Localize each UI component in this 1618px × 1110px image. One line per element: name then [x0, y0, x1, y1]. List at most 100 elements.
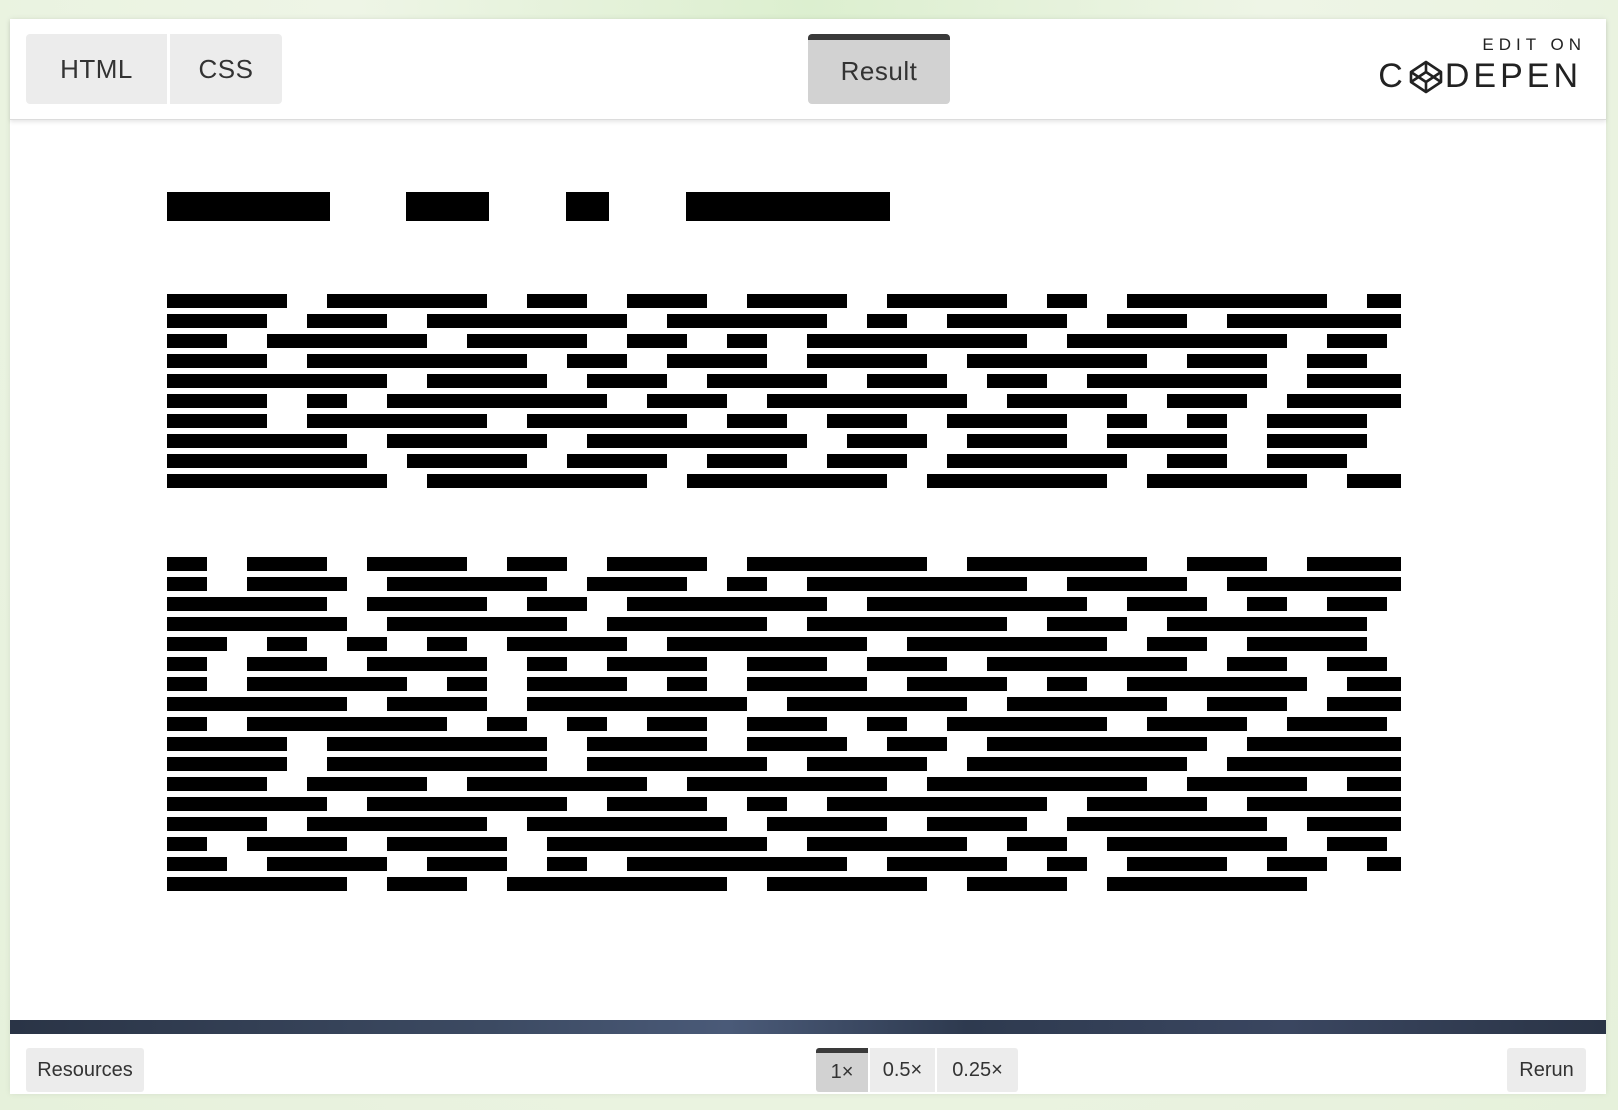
embed-footer: Resources 1× 0.5× 0.25× Rerun — [10, 1034, 1606, 1094]
redacted-word — [567, 717, 607, 731]
redacted-word — [807, 837, 967, 851]
redacted-word — [427, 314, 627, 328]
redacted-word — [167, 334, 227, 348]
redacted-word — [867, 314, 907, 328]
redacted-word — [1127, 677, 1307, 691]
redacted-word — [1087, 797, 1207, 811]
redacted-word — [307, 817, 487, 831]
redacted-word — [527, 597, 587, 611]
redacted-word — [867, 374, 947, 388]
redacted-word — [167, 617, 347, 631]
redacted-word — [947, 414, 1067, 428]
redacted-word — [487, 717, 527, 731]
codepen-wordmark: C DEPEN — [1378, 57, 1582, 96]
zoom-1x-button[interactable]: 1× — [816, 1048, 868, 1092]
tab-result[interactable]: Result — [808, 34, 950, 104]
zoom-05x-button[interactable]: 0.5× — [870, 1048, 935, 1092]
redacted-word — [1127, 597, 1207, 611]
redacted-word — [967, 354, 1147, 368]
redacted-word — [1167, 454, 1227, 468]
redacted-word — [827, 414, 907, 428]
redacted-word — [1267, 434, 1367, 448]
redacted-word — [667, 637, 867, 651]
redacted-word — [1047, 677, 1087, 691]
redacted-word — [167, 314, 267, 328]
redacted-word — [1287, 394, 1401, 408]
redacted-word — [167, 294, 287, 308]
redacted-word — [467, 334, 587, 348]
tab-html[interactable]: HTML — [26, 34, 167, 104]
redacted-word — [327, 737, 547, 751]
redacted-word — [1307, 374, 1401, 388]
redacted-word — [767, 817, 887, 831]
redacted-word — [867, 597, 1087, 611]
resize-bar — [10, 1020, 1606, 1034]
redacted-word — [167, 857, 227, 871]
redacted-word — [267, 637, 307, 651]
edit-on-label: EDIT ON — [1482, 35, 1586, 54]
redacted-word — [247, 677, 407, 691]
redacted-word — [327, 294, 487, 308]
redacted-word — [747, 657, 827, 671]
redacted-word — [527, 817, 727, 831]
redacted-word — [727, 414, 787, 428]
redacted-word — [387, 877, 467, 891]
redacted-word — [587, 374, 667, 388]
redacted-word — [247, 837, 347, 851]
redacted-word — [1147, 474, 1307, 488]
redacted-word — [1187, 354, 1267, 368]
rerun-button[interactable]: Rerun — [1507, 1048, 1586, 1092]
redacted-word — [467, 777, 647, 791]
redacted-word — [367, 657, 487, 671]
redacted-word — [527, 697, 747, 711]
redacted-word — [167, 434, 347, 448]
redacted-word — [947, 454, 1127, 468]
redacted-word — [1267, 454, 1347, 468]
redacted-word — [307, 314, 387, 328]
redacted-word — [947, 717, 1107, 731]
redacted-word — [387, 577, 547, 591]
redacted-word — [1327, 334, 1387, 348]
redacted-word — [667, 677, 707, 691]
redacted-word — [867, 657, 947, 671]
redacted-word — [887, 857, 1007, 871]
redacted-word — [627, 334, 687, 348]
resources-button[interactable]: Resources — [26, 1048, 144, 1092]
redacted-word — [527, 294, 587, 308]
redacted-word — [247, 717, 447, 731]
zoom-025x-button[interactable]: 0.25× — [937, 1048, 1018, 1092]
redacted-word — [367, 797, 567, 811]
redacted-word — [1067, 334, 1287, 348]
redacted-word — [647, 394, 727, 408]
redacted-word — [607, 557, 707, 571]
redacted-word — [547, 857, 587, 871]
redacted-content — [167, 192, 1401, 891]
redacted-word — [247, 577, 347, 591]
redacted-word — [1227, 577, 1401, 591]
redacted-word — [1247, 737, 1401, 751]
redacted-word — [987, 737, 1207, 751]
redacted-word — [1127, 857, 1227, 871]
redacted-word — [327, 757, 547, 771]
redacted-word — [1047, 294, 1087, 308]
redacted-word — [967, 757, 1187, 771]
redacted-word — [167, 837, 207, 851]
redacted-word — [1267, 414, 1367, 428]
redacted-word — [1327, 597, 1387, 611]
redacted-word — [827, 454, 907, 468]
edit-on-codepen-link[interactable]: EDIT ON C DEPEN — [1378, 35, 1582, 96]
redacted-word — [1227, 757, 1401, 771]
redacted-word — [167, 697, 347, 711]
redacted-word — [527, 657, 567, 671]
redacted-word — [707, 454, 787, 468]
redacted-word — [387, 697, 487, 711]
redacted-word — [307, 394, 347, 408]
redacted-word — [167, 677, 207, 691]
redacted-word — [1347, 677, 1401, 691]
redacted-word — [667, 354, 767, 368]
tab-css[interactable]: CSS — [170, 34, 282, 104]
redacted-word — [727, 334, 767, 348]
redacted-word — [427, 374, 547, 388]
redacted-word — [587, 434, 807, 448]
redacted-word — [507, 877, 727, 891]
